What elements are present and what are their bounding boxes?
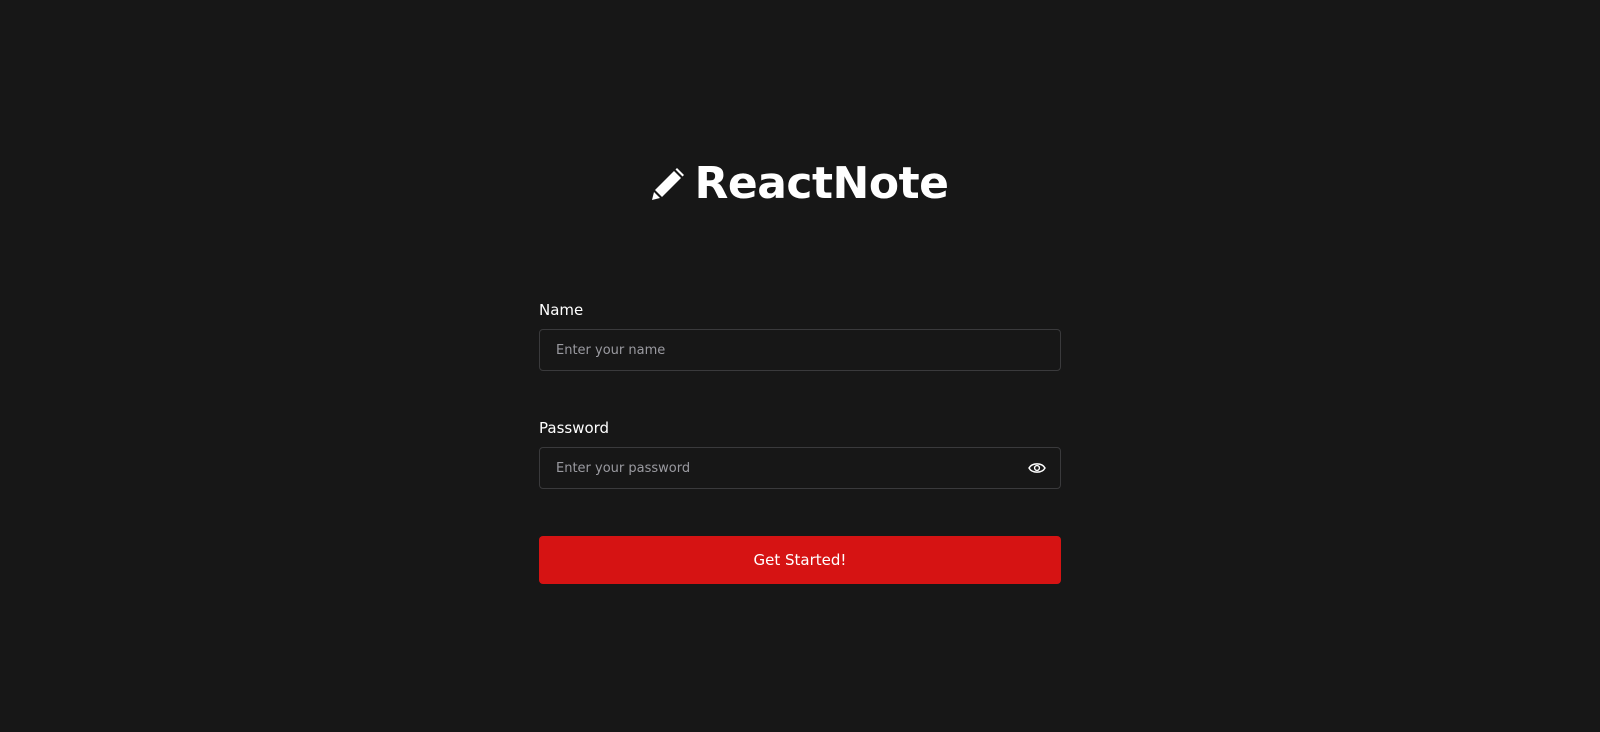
name-input-wrapper <box>539 329 1061 371</box>
password-input-wrapper <box>539 447 1061 489</box>
pencil-icon <box>651 165 687 203</box>
name-input[interactable] <box>540 330 1060 370</box>
password-field-group: Password <box>539 418 1061 489</box>
name-field-group: Name <box>539 300 1061 371</box>
password-input[interactable] <box>540 448 1060 488</box>
login-page: ReactNote Name Password Get Started! <box>0 0 1600 732</box>
eye-icon[interactable] <box>1028 460 1046 474</box>
logo: ReactNote <box>0 160 1600 208</box>
name-label: Name <box>539 301 584 319</box>
logo-group: ReactNote <box>651 160 949 208</box>
password-label: Password <box>539 419 610 437</box>
get-started-button[interactable]: Get Started! <box>539 536 1061 584</box>
brand-name: ReactNote <box>694 158 949 209</box>
